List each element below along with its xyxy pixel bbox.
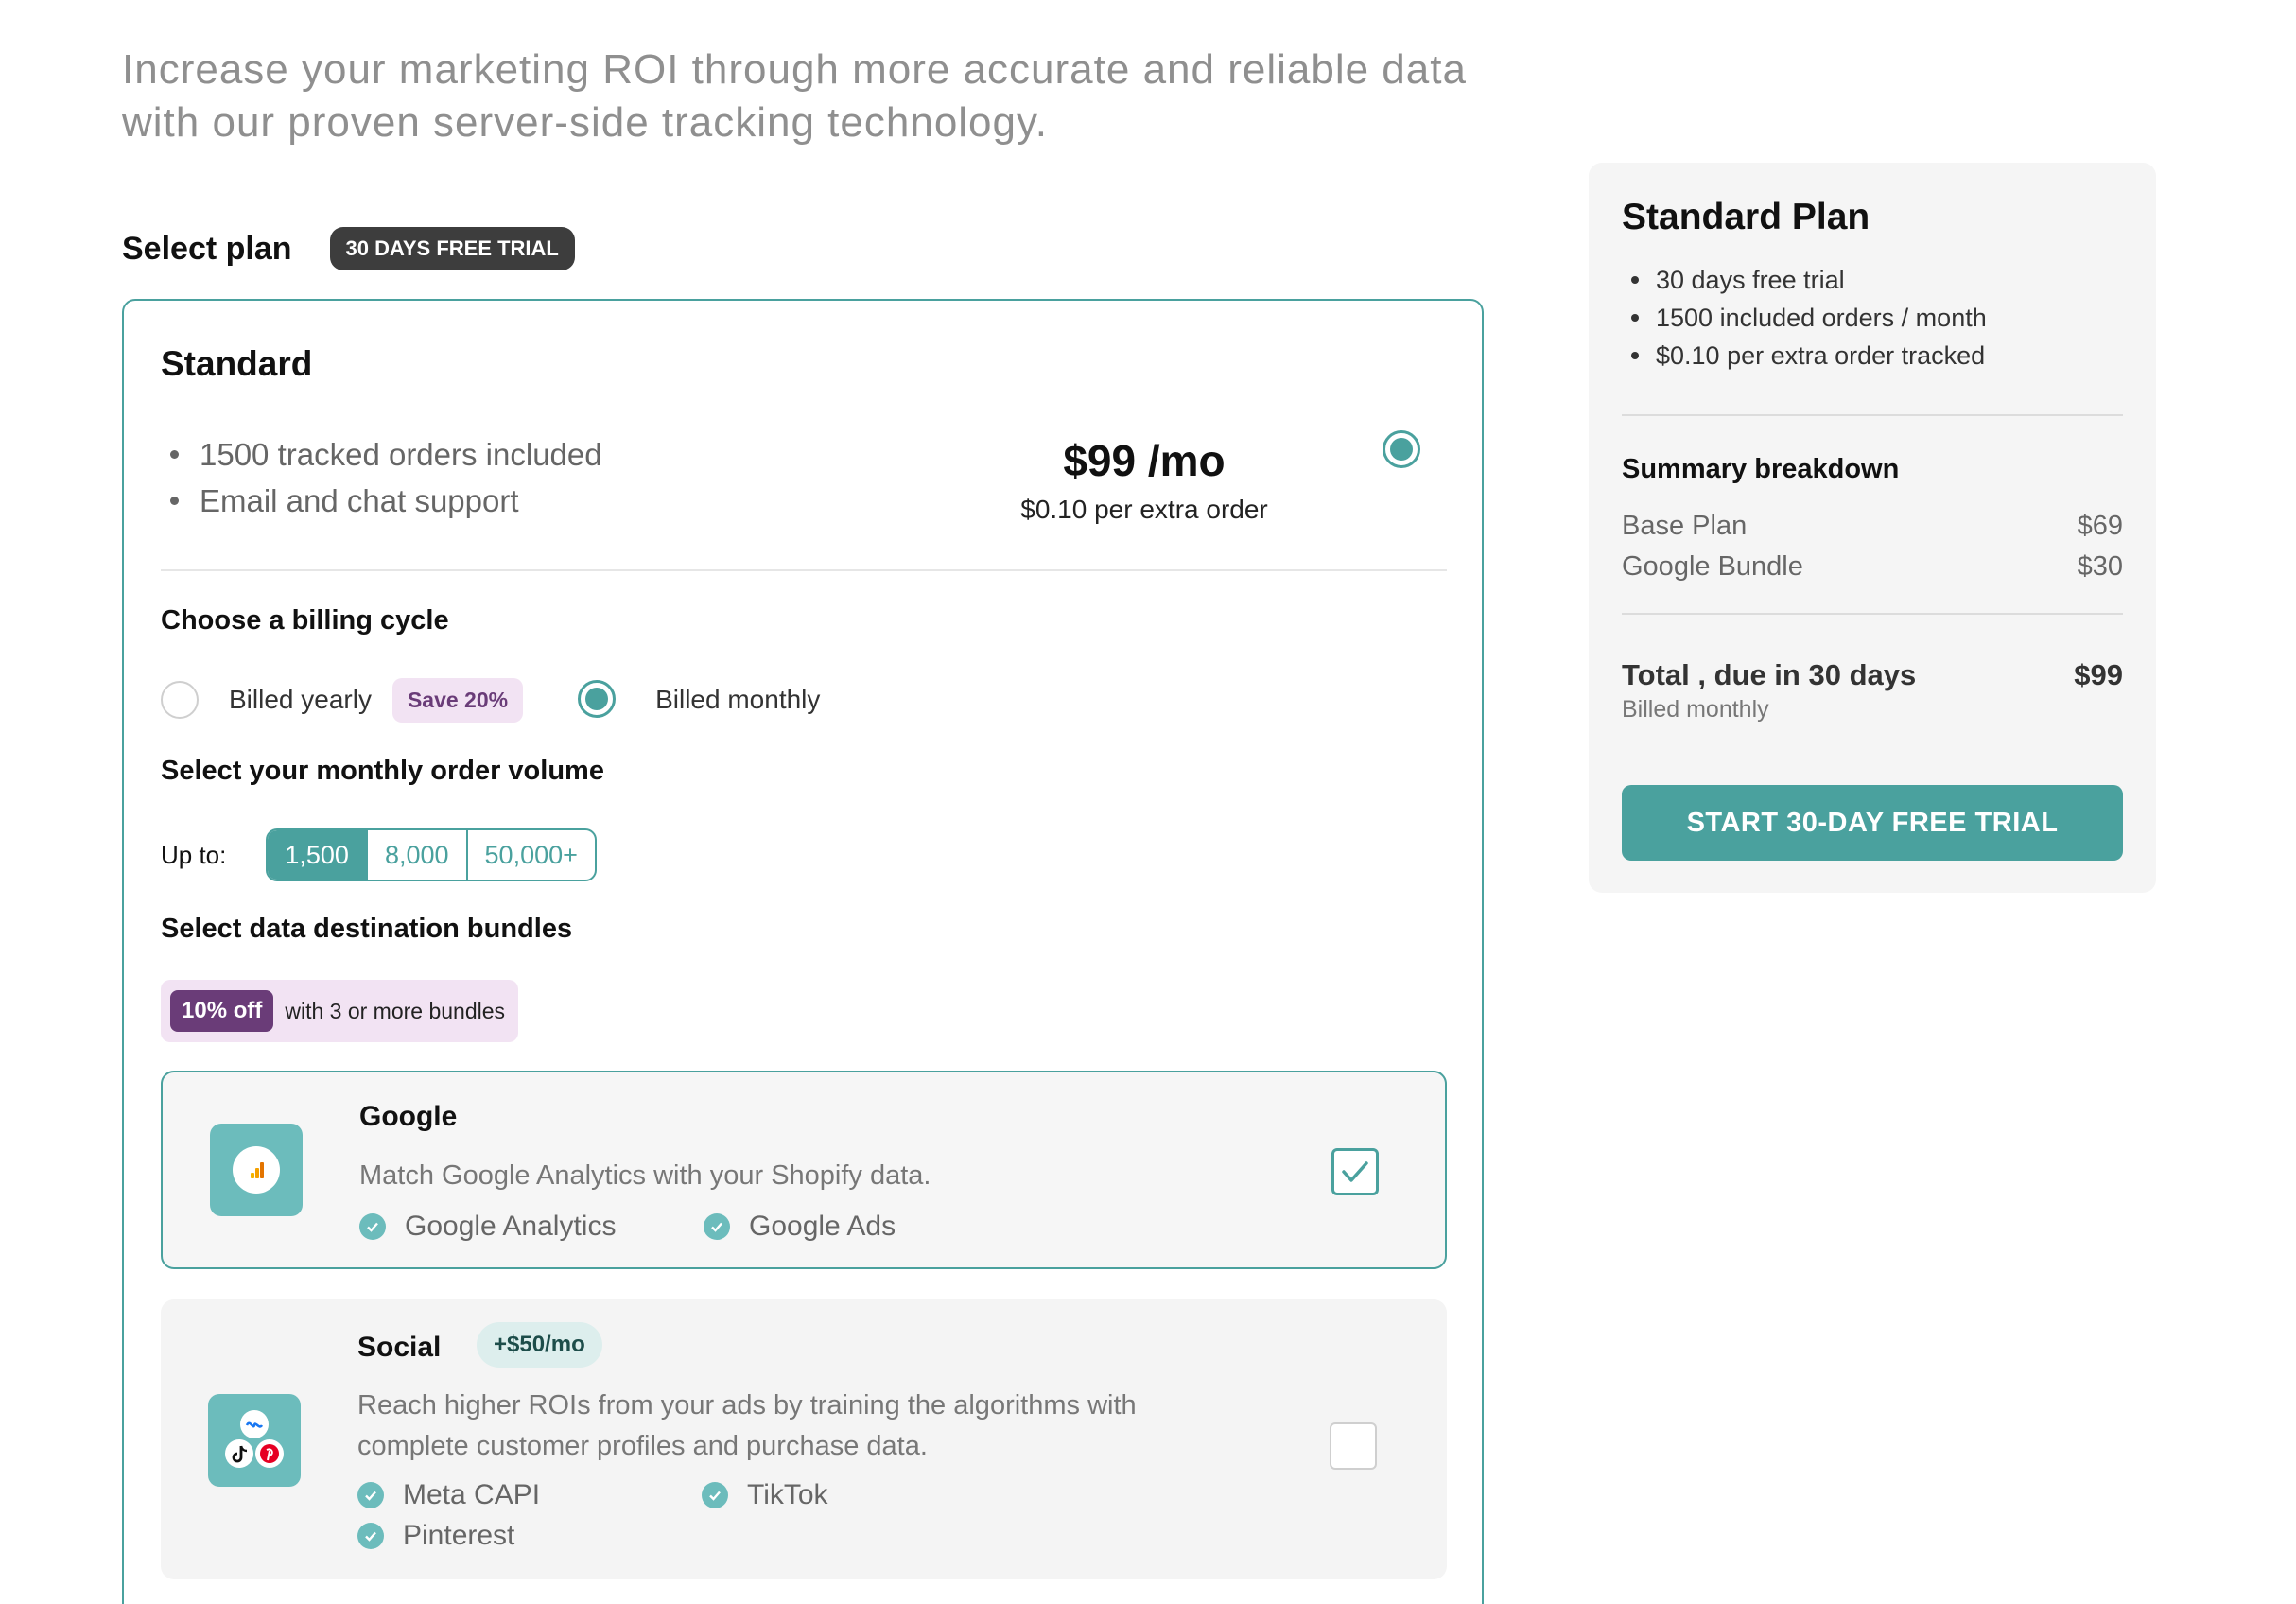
check-circle-icon (357, 1523, 384, 1549)
google-bundle-name: Google (359, 1101, 458, 1132)
google-analytics-icon (210, 1124, 303, 1216)
intro-text: Increase your marketing ROI through more… (122, 44, 1503, 149)
billing-cycle-options: Billed yearly Save 20% Billed monthly (161, 676, 820, 724)
billed-yearly-radio-wrap[interactable] (161, 681, 199, 719)
volume-option-8000[interactable]: 8,000 (365, 830, 466, 880)
discount-text: with 3 or more bundles (285, 998, 506, 1023)
summary-row-base-plan: Base Plan $69 (1622, 511, 2123, 542)
intro-line-2: with our proven server-side tracking tec… (122, 99, 1048, 146)
meta-capi-label: Meta CAPI (403, 1479, 541, 1510)
check-circle-icon (704, 1213, 730, 1240)
pinterest-label: Pinterest (403, 1520, 515, 1551)
summary-plan-features: 30 days free trial 1500 included orders … (1631, 261, 1987, 375)
google-analytics-label: Google Analytics (405, 1211, 617, 1242)
billed-yearly-radio[interactable] (161, 681, 199, 719)
summary-row-value: $30 (2077, 551, 2123, 582)
pinterest-item: Pinterest (357, 1520, 514, 1552)
order-volume-selector[interactable]: 1,500 8,000 50,000+ (266, 828, 597, 881)
tiktok-item: TikTok (702, 1479, 828, 1511)
google-bundle-card[interactable]: Google Match Google Analytics with your … (161, 1071, 1447, 1269)
summary-row-label: Base Plan (1622, 511, 1748, 541)
tiktok-label: TikTok (747, 1479, 828, 1510)
billed-monthly-label[interactable]: Billed monthly (655, 685, 820, 715)
summary-row-label: Google Bundle (1622, 551, 1803, 582)
billed-monthly-radio-wrap[interactable] (578, 680, 617, 720)
plan-radio[interactable] (1383, 430, 1420, 468)
divider (161, 569, 1447, 571)
plan-feature: 1500 tracked orders included (170, 431, 602, 478)
plan-name: Standard (161, 344, 313, 383)
check-circle-icon (357, 1482, 384, 1508)
google-ads-label: Google Ads (749, 1211, 896, 1242)
billing-cycle-label: Choose a billing cycle (161, 605, 449, 636)
billed-monthly-radio[interactable] (578, 680, 617, 718)
save-badge: Save 20% (391, 677, 524, 723)
social-desc-line-2: complete customer profiles and purchase … (357, 1431, 928, 1461)
summary-row-google-bundle: Google Bundle $30 (1622, 551, 2123, 583)
check-circle-icon (359, 1213, 386, 1240)
social-bundle-checkbox[interactable] (1330, 1422, 1377, 1470)
plan-price: $99 /mo $0.10 per extra order (946, 432, 1343, 525)
select-plan-title: Select plan (122, 230, 292, 267)
start-free-trial-button[interactable]: START 30-DAY FREE TRIAL (1622, 785, 2123, 861)
order-volume-label: Select your monthly order volume (161, 756, 604, 786)
social-desc-line-1: Reach higher ROIs from your ads by train… (357, 1390, 1137, 1421)
summary-divider (1622, 414, 2123, 416)
google-analytics-item: Google Analytics (359, 1211, 616, 1243)
summary-feature: $0.10 per extra order tracked (1631, 337, 1987, 375)
plan-features: 1500 tracked orders included Email and c… (170, 431, 602, 524)
summary-plan-title: Standard Plan (1622, 197, 1870, 237)
google-ads-item: Google Ads (704, 1211, 896, 1243)
plan-price-amount: $99 /mo (1063, 436, 1226, 485)
summary-panel: Standard Plan 30 days free trial 1500 in… (1589, 163, 2156, 893)
google-bundle-desc: Match Google Analytics with your Shopify… (359, 1160, 931, 1191)
summary-feature: 30 days free trial (1631, 261, 1987, 299)
plan-feature: Email and chat support (170, 478, 602, 524)
social-bundle-desc: Reach higher ROIs from your ads by train… (357, 1386, 1209, 1467)
summary-total: Total , due in 30 days $99 (1622, 658, 2123, 692)
volume-option-1500[interactable]: 1,500 (268, 830, 366, 880)
intro-line-1: Increase your marketing ROI through more… (122, 46, 1467, 93)
summary-total-label: Total , due in 30 days (1622, 658, 1917, 691)
summary-divider (1622, 613, 2123, 615)
billed-yearly-label[interactable]: Billed yearly (229, 685, 372, 715)
plan-extra-price: $0.10 per extra order (1020, 495, 1268, 524)
up-to-label: Up to: (161, 840, 227, 869)
summary-breakdown-label: Summary breakdown (1622, 454, 1900, 484)
social-bundle-price: +$50/mo (477, 1322, 602, 1368)
summary-billed-cycle: Billed monthly (1622, 696, 1769, 723)
checkmark-icon (1342, 1161, 1368, 1182)
order-volume-row: Up to: 1,500 8,000 50,000+ (161, 828, 597, 881)
meta-capi-item: Meta CAPI (357, 1479, 540, 1511)
check-circle-icon (702, 1482, 728, 1508)
select-plan-header: Select plan 30 DAYS FREE TRIAL (122, 225, 575, 272)
summary-row-value: $69 (2077, 511, 2123, 541)
google-bundle-checkbox[interactable] (1331, 1148, 1379, 1195)
bundle-discount-banner: 10% off with 3 or more bundles (161, 980, 519, 1042)
social-bundle-card[interactable]: Social +$50/mo Reach higher ROIs from yo… (161, 1299, 1447, 1579)
discount-pill: 10% off (170, 990, 274, 1032)
bundles-label: Select data destination bundles (161, 914, 573, 944)
social-logos-icon (208, 1394, 301, 1487)
summary-feature: 1500 included orders / month (1631, 299, 1987, 337)
volume-option-50000[interactable]: 50,000+ (465, 830, 595, 880)
social-bundle-name: Social (357, 1332, 442, 1363)
summary-total-value: $99 (2074, 658, 2123, 691)
free-trial-badge: 30 DAYS FREE TRIAL (329, 227, 575, 270)
